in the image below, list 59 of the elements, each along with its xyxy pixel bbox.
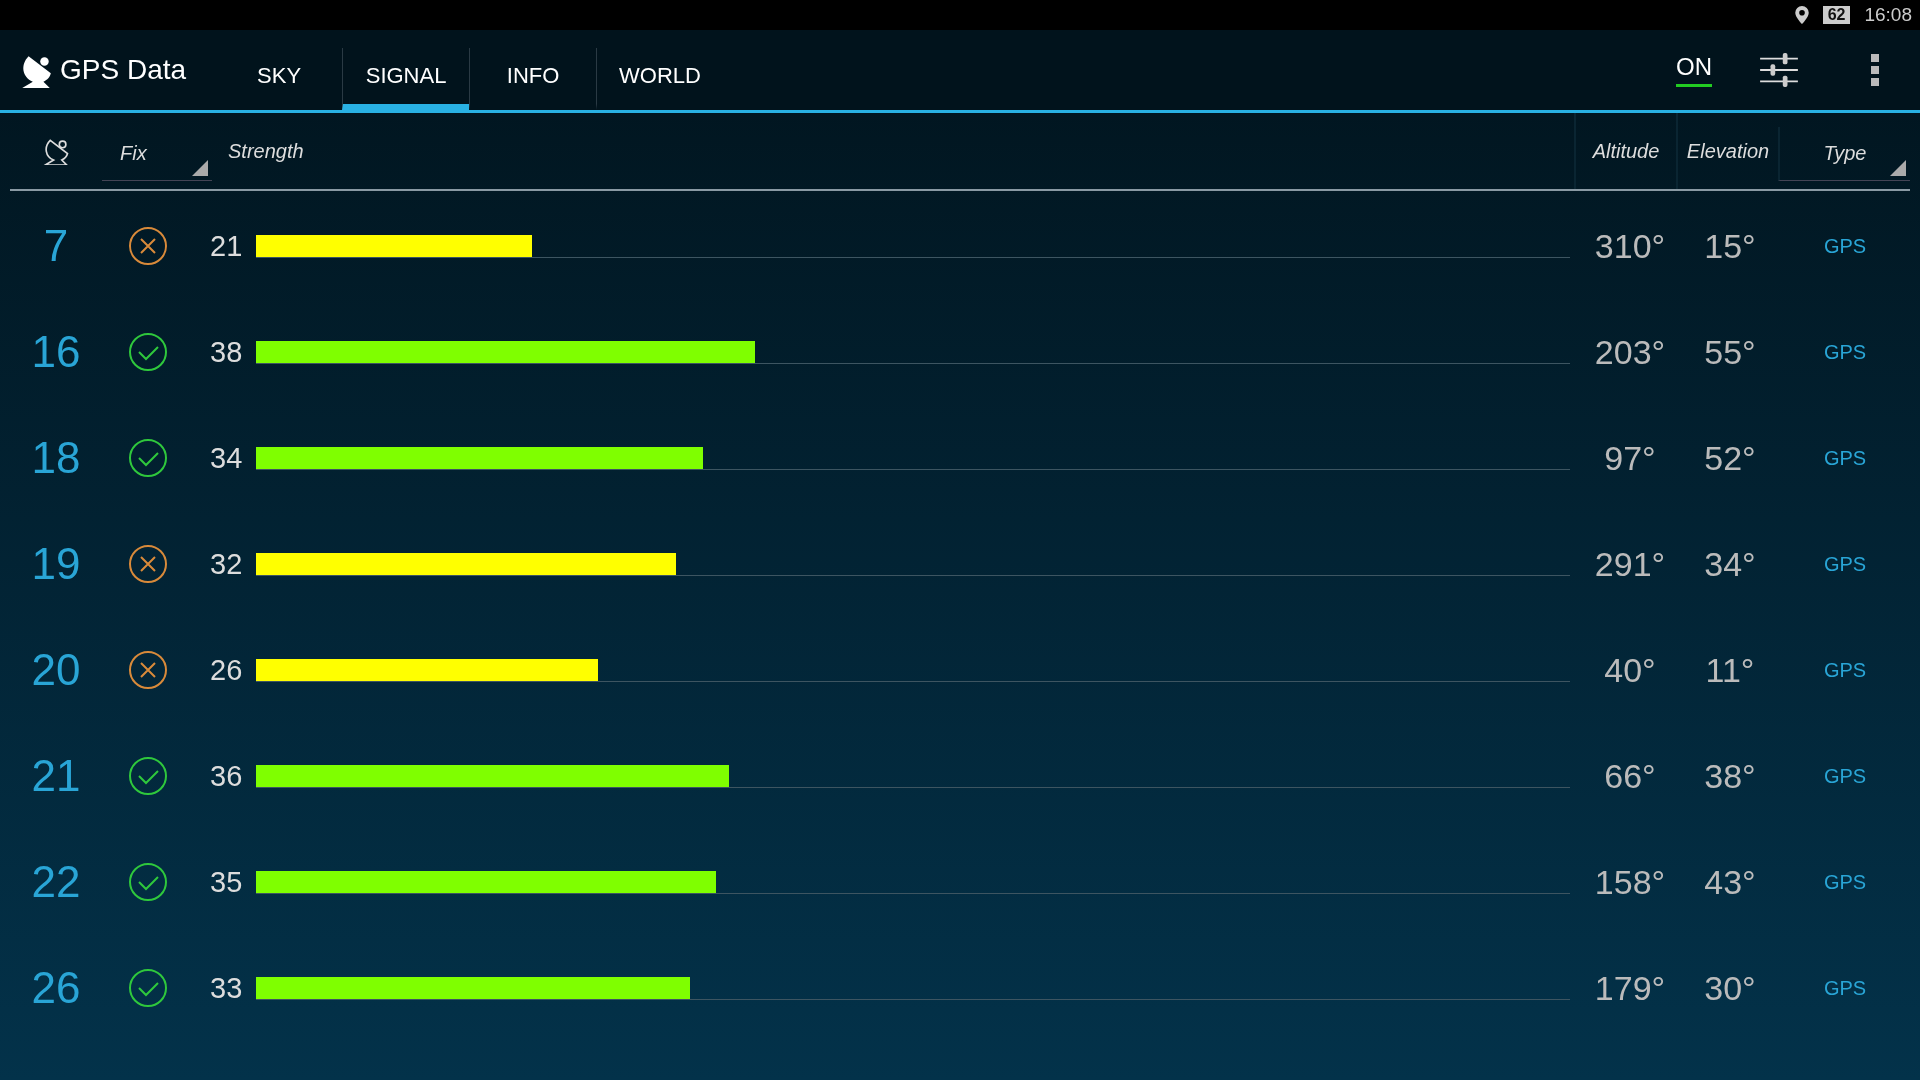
satellite-number: 19 (30, 539, 82, 589)
clock-time: 16:08 (1864, 4, 1912, 26)
elevation-value: 11° (1705, 650, 1755, 690)
elevation-value: 34° (1704, 544, 1756, 584)
signal-strength: 33 (210, 971, 244, 1005)
signal-strength: 36 (210, 759, 244, 793)
satellite-type: GPS (1823, 658, 1867, 682)
tab[interactable]: INFO (469, 48, 597, 110)
satellite-type: GPS (1823, 234, 1867, 258)
signal-strength: 38 (210, 335, 244, 369)
signal-strength: 21 (210, 229, 244, 263)
satellite-type: GPS (1823, 870, 1867, 894)
overflow-menu-icon[interactable] (1870, 54, 1880, 86)
elevation-value: 55° (1704, 332, 1756, 372)
altitude-value: 158° (1594, 862, 1666, 902)
elevation-value: 15° (1704, 226, 1756, 266)
satellite-dish-icon (42, 137, 70, 165)
elevation-value: 52° (1704, 438, 1756, 478)
dropdown-corner-icon (192, 160, 208, 176)
app-title: GPS Data (60, 54, 187, 86)
satellite-type: GPS (1823, 552, 1867, 576)
column-header: Altitude (1592, 139, 1660, 163)
battery-level: 62 (1822, 6, 1851, 24)
satellite-number: 7 (42, 221, 70, 271)
elevation-value: 30° (1704, 968, 1756, 1008)
altitude-value: 66° (1604, 756, 1656, 796)
signal-strength: 35 (210, 865, 244, 899)
altitude-value: 203° (1594, 332, 1666, 372)
signal-strength: 32 (210, 547, 244, 581)
settings-sliders-icon[interactable] (1760, 53, 1798, 87)
tab[interactable]: SIGNAL (342, 48, 470, 110)
altitude-value: 310° (1594, 226, 1666, 266)
dropdown-corner-icon (1890, 160, 1906, 176)
tab[interactable]: WORLD (596, 48, 724, 110)
satellite-number: 20 (30, 645, 82, 695)
column-header[interactable]: Fix (120, 142, 147, 165)
column-header: Elevation (1686, 139, 1770, 163)
satellite-number: 16 (30, 327, 82, 377)
satellite-number: 26 (30, 963, 82, 1013)
satellite-type: GPS (1823, 446, 1867, 470)
column-header: Strength (228, 139, 304, 163)
satellite-number: 18 (30, 433, 82, 483)
altitude-value: 40° (1604, 650, 1656, 690)
elevation-value: 38° (1704, 756, 1756, 796)
altitude-value: 97° (1604, 438, 1656, 478)
satellite-number: 22 (30, 857, 82, 907)
location-pin-icon (1794, 6, 1809, 24)
satellite-type: GPS (1823, 340, 1867, 364)
column-header[interactable]: Type (1823, 142, 1867, 165)
signal-strength: 34 (210, 441, 244, 475)
altitude-value: 179° (1594, 968, 1666, 1008)
satellite-type: GPS (1823, 976, 1867, 1000)
signal-strength: 26 (210, 653, 244, 687)
on-toggle[interactable]: ON (1676, 53, 1712, 87)
altitude-value: 291° (1594, 544, 1666, 584)
satellite-type: GPS (1823, 764, 1867, 788)
tab[interactable]: SKY (216, 48, 343, 110)
satellite-number: 21 (30, 751, 82, 801)
elevation-value: 43° (1704, 862, 1756, 902)
